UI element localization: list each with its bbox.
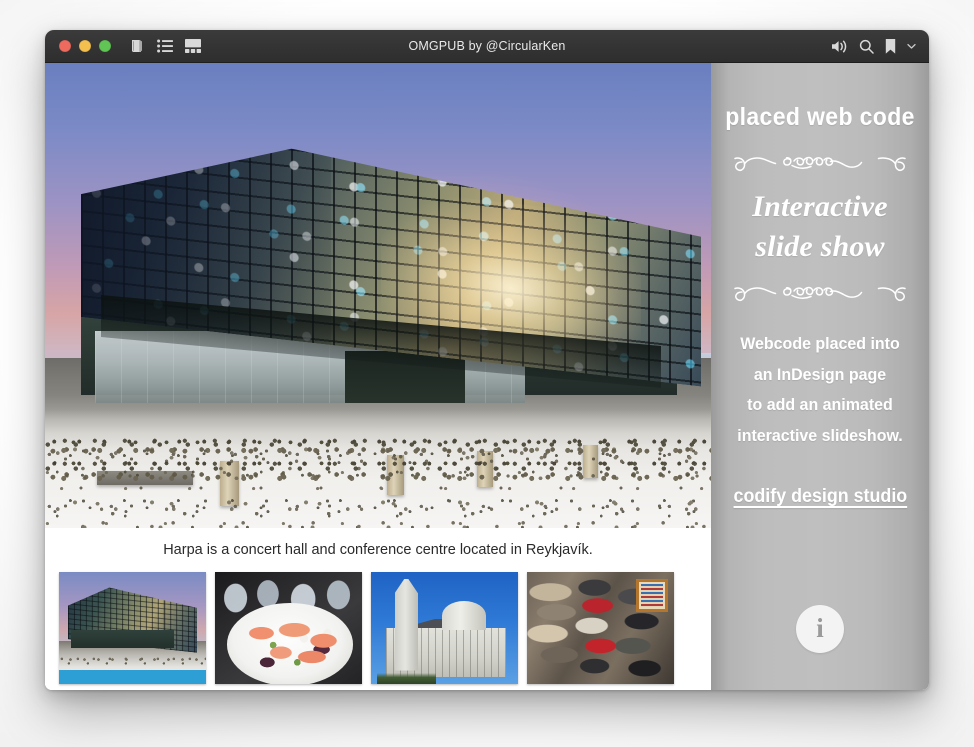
search-icon[interactable]	[859, 39, 874, 54]
ad-kicker: placed web code	[725, 103, 915, 131]
thumbnail-strip	[45, 572, 711, 690]
ad-blurb-line-2: an InDesign page	[753, 364, 887, 384]
library-icon[interactable]	[129, 38, 145, 54]
slide-caption: Harpa is a concert hall and conference c…	[45, 528, 711, 572]
zoom-button[interactable]	[99, 40, 111, 52]
titlebar-toolbar	[129, 38, 201, 54]
flourish-divider-bottom	[711, 276, 929, 311]
window-controls	[59, 40, 111, 52]
bookmark-icon[interactable]	[885, 38, 896, 54]
table-of-contents-icon[interactable]	[157, 39, 173, 53]
thumbnail-wool-sweaters-art	[527, 572, 674, 684]
thumbnail-hallgrimskirkja[interactable]	[371, 572, 518, 684]
thumbnail-salmon-dish[interactable]	[215, 572, 362, 684]
ad-panel: placed web code Interactive slide show W…	[711, 63, 929, 690]
minimize-button[interactable]	[79, 40, 91, 52]
ad-blurb-line-4: interactive slideshow.	[737, 425, 903, 445]
app-window: OMGPUB by @CircularKen Harpa is a concer…	[45, 30, 929, 690]
window-titlebar: OMGPUB by @CircularKen	[45, 30, 929, 63]
document-page: Harpa is a concert hall and conference c…	[45, 63, 929, 690]
pebble-band	[45, 435, 711, 481]
active-thumbnail-indicator	[59, 670, 206, 684]
volume-icon[interactable]	[831, 39, 848, 54]
info-icon: i	[816, 612, 824, 643]
chevron-down-icon[interactable]	[907, 43, 916, 50]
info-button[interactable]: i	[796, 605, 844, 653]
flourish-divider-top	[711, 146, 929, 181]
thumbnail-hallgrimskirkja-art	[371, 572, 518, 684]
thumbnail-harpa[interactable]	[59, 572, 206, 684]
codify-design-studio-link[interactable]: codify design studio	[733, 486, 907, 508]
ad-blurb: Webcode placed into an InDesign page to …	[718, 329, 923, 451]
screen: OMGPUB by @CircularKen Harpa is a concer…	[0, 0, 974, 747]
ad-headline: Interactive slide show	[711, 187, 929, 266]
slideshow-pane: Harpa is a concert hall and conference c…	[45, 63, 711, 690]
thumbnail-grid-icon[interactable]	[185, 39, 201, 53]
thumbnail-harpa-art	[59, 572, 206, 684]
ad-headline-line-2: slide show	[755, 229, 885, 263]
ad-headline-line-1: Interactive	[752, 190, 888, 223]
close-button[interactable]	[59, 40, 71, 52]
thumbnail-salmon-dish-art	[215, 572, 362, 684]
hero-image-harpa[interactable]	[45, 63, 711, 528]
thumbnail-wool-sweaters[interactable]	[527, 572, 674, 684]
ad-blurb-line-3: to add an animated	[747, 395, 893, 415]
ad-blurb-line-1: Webcode placed into	[740, 334, 900, 354]
titlebar-right-tools	[831, 38, 916, 54]
